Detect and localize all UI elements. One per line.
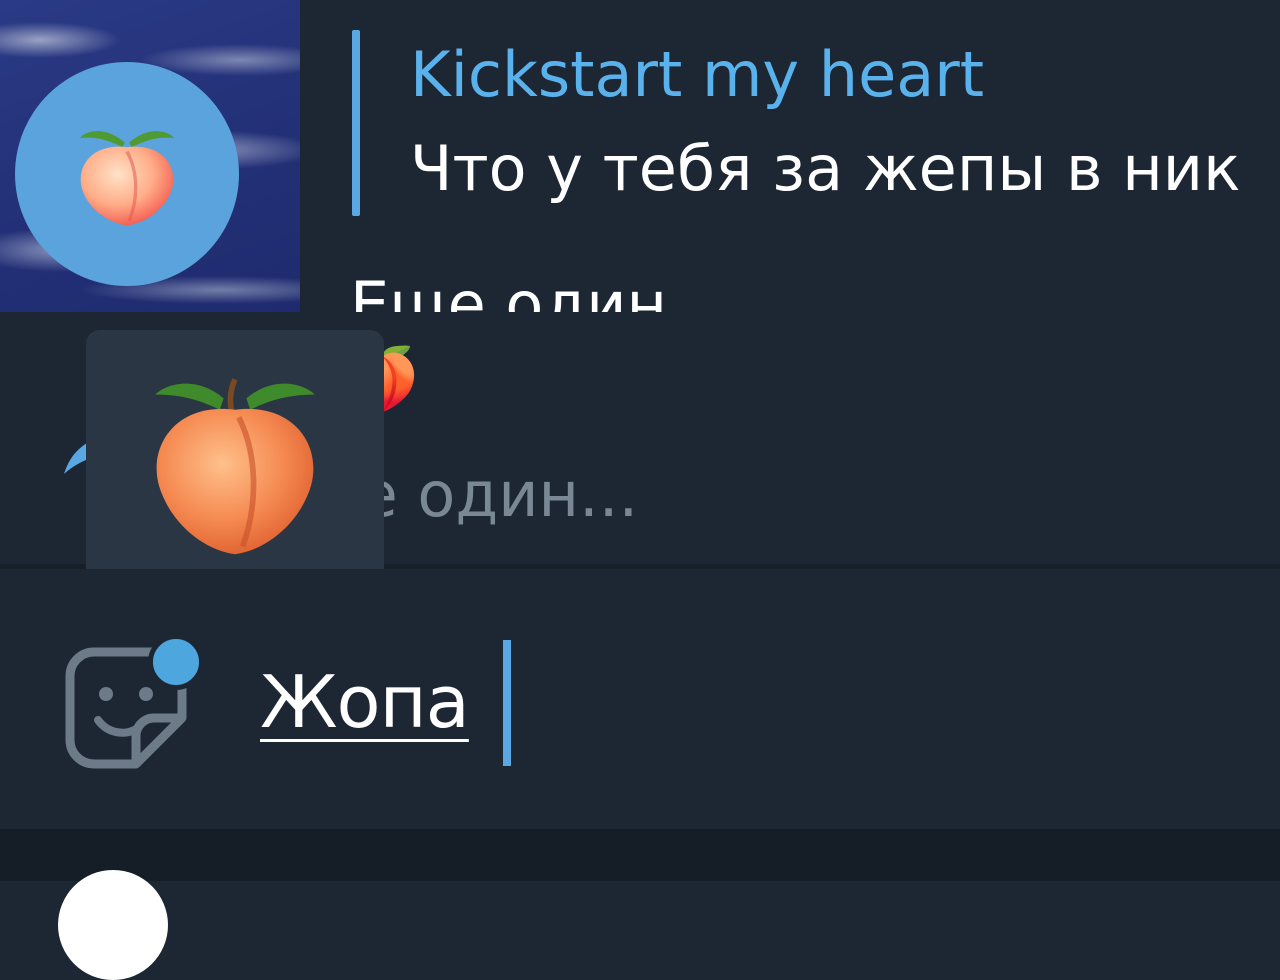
message-input[interactable]: Жопа (260, 660, 470, 744)
home-button[interactable] (58, 870, 168, 980)
reply-author[interactable]: Kickstart my heart (410, 38, 984, 111)
bottom-bar (0, 829, 1280, 881)
notification-dot (148, 634, 204, 690)
text-caret (503, 640, 511, 766)
reply-quote-bar (352, 30, 360, 216)
avatar[interactable] (15, 62, 239, 286)
composer (0, 569, 1280, 829)
message-text: Еще один (350, 268, 668, 312)
peach-icon (79, 131, 175, 226)
reply-text[interactable]: Что у тебя за жепы в ник (410, 132, 1241, 205)
emoji-suggestion-peach[interactable] (140, 368, 330, 558)
message-list: Kickstart my heart Что у тебя за жепы в … (0, 0, 1280, 312)
